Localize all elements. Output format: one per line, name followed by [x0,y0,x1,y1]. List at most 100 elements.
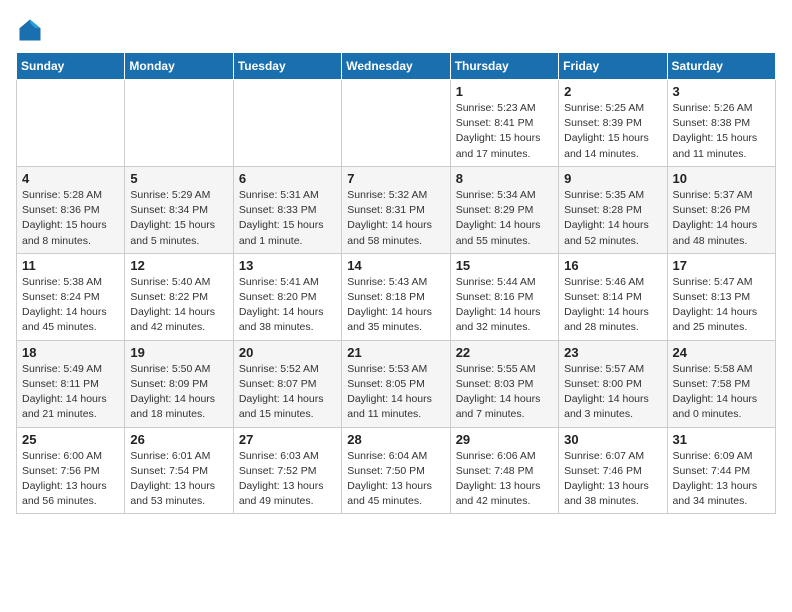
day-cell [342,80,450,167]
day-info: Sunrise: 5:37 AM Sunset: 8:26 PM Dayligh… [673,188,770,249]
day-cell: 2 Sunrise: 5:25 AM Sunset: 8:39 PM Daylig… [559,80,667,167]
day-info: Sunrise: 5:58 AM Sunset: 7:58 PM Dayligh… [673,362,770,423]
day-number: 30 [564,432,661,447]
day-number: 3 [673,84,770,99]
calendar-table: SundayMondayTuesdayWednesdayThursdayFrid… [16,52,776,514]
day-header-sunday: Sunday [17,53,125,80]
day-cell: 14 Sunrise: 5:43 AM Sunset: 8:18 PM Dayli… [342,253,450,340]
day-header-saturday: Saturday [667,53,775,80]
day-info: Sunrise: 5:28 AM Sunset: 8:36 PM Dayligh… [22,188,119,249]
day-cell: 19 Sunrise: 5:50 AM Sunset: 8:09 PM Dayli… [125,340,233,427]
day-number: 13 [239,258,336,273]
week-row-3: 18 Sunrise: 5:49 AM Sunset: 8:11 PM Dayli… [17,340,776,427]
day-cell: 7 Sunrise: 5:32 AM Sunset: 8:31 PM Daylig… [342,166,450,253]
day-info: Sunrise: 6:07 AM Sunset: 7:46 PM Dayligh… [564,449,661,510]
week-row-4: 25Sunrise: 6:00 AM Sunset: 7:56 PM Dayli… [17,427,776,514]
day-cell: 10 Sunrise: 5:37 AM Sunset: 8:26 PM Dayli… [667,166,775,253]
day-cell: 8 Sunrise: 5:34 AM Sunset: 8:29 PM Daylig… [450,166,558,253]
day-info: Sunrise: 5:55 AM Sunset: 8:03 PM Dayligh… [456,362,553,423]
day-info: Sunrise: 5:43 AM Sunset: 8:18 PM Dayligh… [347,275,444,336]
day-number: 22 [456,345,553,360]
week-row-2: 11 Sunrise: 5:38 AM Sunset: 8:24 PM Dayli… [17,253,776,340]
day-info: Sunrise: 5:47 AM Sunset: 8:13 PM Dayligh… [673,275,770,336]
day-number: 5 [130,171,227,186]
week-row-1: 4 Sunrise: 5:28 AM Sunset: 8:36 PM Daylig… [17,166,776,253]
day-info: Sunrise: 5:23 AM Sunset: 8:41 PM Dayligh… [456,101,553,162]
day-number: 17 [673,258,770,273]
day-info: Sunrise: 6:00 AM Sunset: 7:56 PM Dayligh… [22,449,119,510]
day-info: Sunrise: 5:29 AM Sunset: 8:34 PM Dayligh… [130,188,227,249]
day-cell: 28 Sunrise: 6:04 AM Sunset: 7:50 PM Dayli… [342,427,450,514]
day-info: Sunrise: 5:53 AM Sunset: 8:05 PM Dayligh… [347,362,444,423]
day-header-friday: Friday [559,53,667,80]
day-cell: 23Sunrise: 5:57 AM Sunset: 8:00 PM Dayli… [559,340,667,427]
day-number: 11 [22,258,119,273]
day-number: 4 [22,171,119,186]
day-info: Sunrise: 5:57 AM Sunset: 8:00 PM Dayligh… [564,362,661,423]
day-cell [17,80,125,167]
day-cell: 11 Sunrise: 5:38 AM Sunset: 8:24 PM Dayli… [17,253,125,340]
day-number: 12 [130,258,227,273]
day-number: 15 [456,258,553,273]
day-cell: 21 Sunrise: 5:53 AM Sunset: 8:05 PM Dayli… [342,340,450,427]
day-info: Sunrise: 5:50 AM Sunset: 8:09 PM Dayligh… [130,362,227,423]
page-header [16,16,776,44]
week-row-0: 1Sunrise: 5:23 AM Sunset: 8:41 PM Daylig… [17,80,776,167]
day-cell: 3 Sunrise: 5:26 AM Sunset: 8:38 PM Daylig… [667,80,775,167]
day-cell: 12 Sunrise: 5:40 AM Sunset: 8:22 PM Dayli… [125,253,233,340]
day-cell: 31 Sunrise: 6:09 AM Sunset: 7:44 PM Dayli… [667,427,775,514]
day-cell: 16 Sunrise: 5:46 AM Sunset: 8:14 PM Dayli… [559,253,667,340]
day-number: 20 [239,345,336,360]
day-number: 24 [673,345,770,360]
day-number: 14 [347,258,444,273]
day-info: Sunrise: 6:04 AM Sunset: 7:50 PM Dayligh… [347,449,444,510]
logo-icon [16,16,44,44]
day-number: 10 [673,171,770,186]
calendar-header-row: SundayMondayTuesdayWednesdayThursdayFrid… [17,53,776,80]
day-cell: 27Sunrise: 6:03 AM Sunset: 7:52 PM Dayli… [233,427,341,514]
day-info: Sunrise: 5:44 AM Sunset: 8:16 PM Dayligh… [456,275,553,336]
day-number: 16 [564,258,661,273]
day-number: 7 [347,171,444,186]
day-number: 28 [347,432,444,447]
day-cell: 5 Sunrise: 5:29 AM Sunset: 8:34 PM Daylig… [125,166,233,253]
day-cell: 6Sunrise: 5:31 AM Sunset: 8:33 PM Daylig… [233,166,341,253]
day-info: Sunrise: 5:52 AM Sunset: 8:07 PM Dayligh… [239,362,336,423]
day-number: 18 [22,345,119,360]
day-cell: 30 Sunrise: 6:07 AM Sunset: 7:46 PM Dayli… [559,427,667,514]
day-info: Sunrise: 6:09 AM Sunset: 7:44 PM Dayligh… [673,449,770,510]
day-info: Sunrise: 5:34 AM Sunset: 8:29 PM Dayligh… [456,188,553,249]
day-info: Sunrise: 5:49 AM Sunset: 8:11 PM Dayligh… [22,362,119,423]
day-number: 27 [239,432,336,447]
day-header-tuesday: Tuesday [233,53,341,80]
day-cell: 22 Sunrise: 5:55 AM Sunset: 8:03 PM Dayli… [450,340,558,427]
day-info: Sunrise: 5:41 AM Sunset: 8:20 PM Dayligh… [239,275,336,336]
day-cell: 18 Sunrise: 5:49 AM Sunset: 8:11 PM Dayli… [17,340,125,427]
day-number: 8 [456,171,553,186]
day-number: 6 [239,171,336,186]
day-info: Sunrise: 5:35 AM Sunset: 8:28 PM Dayligh… [564,188,661,249]
day-cell: 29Sunrise: 6:06 AM Sunset: 7:48 PM Dayli… [450,427,558,514]
day-number: 2 [564,84,661,99]
day-number: 31 [673,432,770,447]
day-number: 21 [347,345,444,360]
day-info: Sunrise: 6:01 AM Sunset: 7:54 PM Dayligh… [130,449,227,510]
day-number: 29 [456,432,553,447]
day-cell [233,80,341,167]
day-info: Sunrise: 5:40 AM Sunset: 8:22 PM Dayligh… [130,275,227,336]
day-cell: 26 Sunrise: 6:01 AM Sunset: 7:54 PM Dayli… [125,427,233,514]
day-number: 19 [130,345,227,360]
logo [16,16,48,44]
day-header-monday: Monday [125,53,233,80]
day-cell: 17 Sunrise: 5:47 AM Sunset: 8:13 PM Dayli… [667,253,775,340]
day-cell: 1Sunrise: 5:23 AM Sunset: 8:41 PM Daylig… [450,80,558,167]
day-cell: 25Sunrise: 6:00 AM Sunset: 7:56 PM Dayli… [17,427,125,514]
day-info: Sunrise: 5:26 AM Sunset: 8:38 PM Dayligh… [673,101,770,162]
day-info: Sunrise: 5:46 AM Sunset: 8:14 PM Dayligh… [564,275,661,336]
day-info: Sunrise: 5:25 AM Sunset: 8:39 PM Dayligh… [564,101,661,162]
day-cell: 9Sunrise: 5:35 AM Sunset: 8:28 PM Daylig… [559,166,667,253]
day-info: Sunrise: 5:32 AM Sunset: 8:31 PM Dayligh… [347,188,444,249]
day-info: Sunrise: 5:38 AM Sunset: 8:24 PM Dayligh… [22,275,119,336]
day-number: 26 [130,432,227,447]
day-cell: 15 Sunrise: 5:44 AM Sunset: 8:16 PM Dayli… [450,253,558,340]
